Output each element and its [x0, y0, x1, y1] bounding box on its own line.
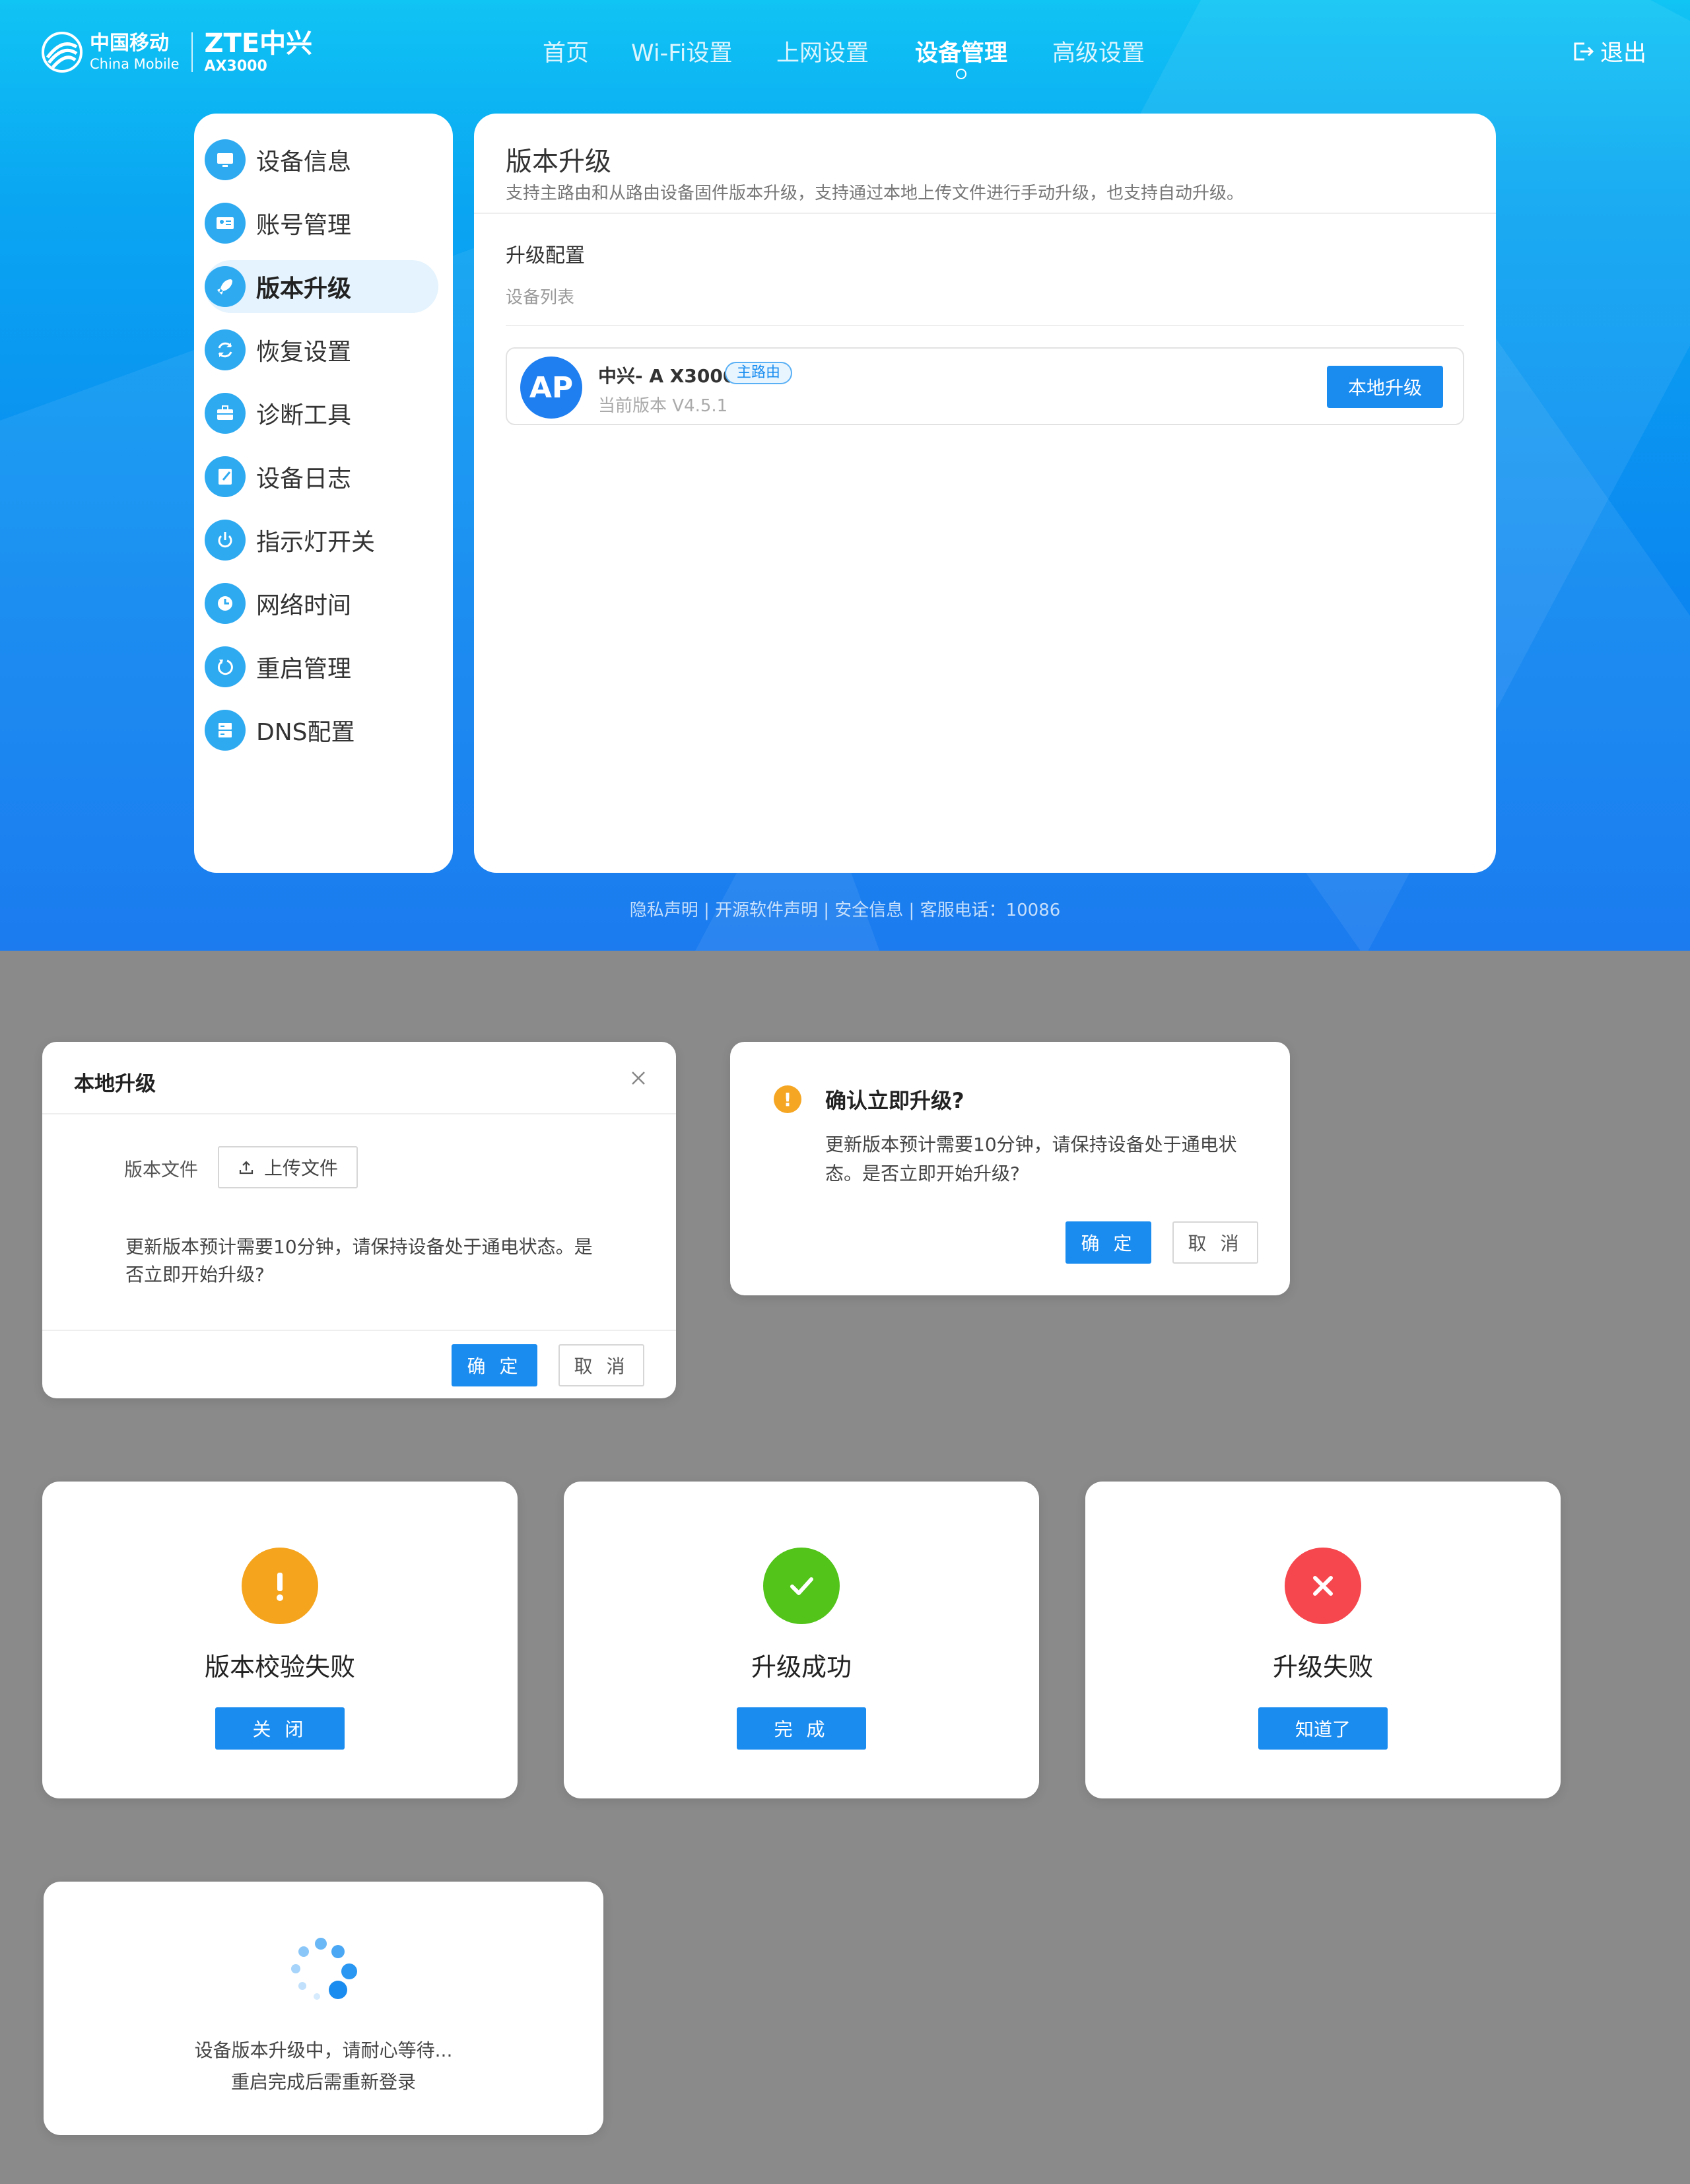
warning-icon: ! — [774, 1085, 801, 1113]
error-icon — [1285, 1548, 1361, 1624]
section-subtitle: 设备列表 — [506, 288, 575, 308]
done-button[interactable]: 完 成 — [737, 1707, 866, 1750]
monitor-icon — [205, 139, 246, 180]
sidebar-item-label: 版本升级 — [256, 275, 352, 302]
warning-icon — [242, 1548, 318, 1624]
sidebar: 设备信息 账号管理 版本升级 恢复设置 诊断工具 设备日志 指示灯开关 网络时间… — [194, 114, 453, 873]
device-avatar: AP — [520, 357, 582, 419]
nav-advanced[interactable]: 高级设置 — [1052, 34, 1145, 68]
sidebar-item-label: 账号管理 — [256, 212, 352, 239]
local-upgrade-button[interactable]: 本地升级 — [1327, 366, 1443, 408]
sidebar-item-label: 诊断工具 — [256, 402, 352, 429]
clock-icon — [205, 583, 246, 624]
sidebar-item-device-info[interactable]: 设备信息 — [205, 133, 438, 186]
logout-label: 退出 — [1600, 40, 1647, 67]
footer-links[interactable]: 隐私声明 | 开源软件声明 | 安全信息 | 客服电话：10086 — [0, 897, 1690, 921]
confirm-button[interactable]: 确 定 — [452, 1344, 537, 1386]
upload-label: 上传文件 — [263, 1157, 338, 1179]
router-page: 中国移动 China Mobile ZTE中兴 AX3000 首页 Wi-Fi设… — [0, 0, 1690, 951]
result-title: 版本校验失败 — [204, 1653, 355, 1682]
device-version: 当前版本 V4.5.1 — [598, 396, 728, 416]
sidebar-item-network-time[interactable]: 网络时间 — [205, 577, 438, 630]
top-nav: 首页 Wi-Fi设置 上网设置 设备管理 高级设置 — [0, 34, 1690, 79]
power-icon — [205, 520, 246, 561]
id-card-icon — [205, 203, 246, 244]
sidebar-item-label: 设备信息 — [256, 149, 352, 176]
file-label: 版本文件 — [124, 1159, 199, 1180]
confirm-upgrade-dialog: ! 确认立即升级? 更新版本预计需要10分钟，请保持设备处于通电状态。是否立即开… — [730, 1042, 1290, 1295]
upgrading-card: 设备版本升级中，请耐心等待... 重启完成后需重新登录 — [44, 1882, 603, 2135]
result-card-verify-failed: 版本校验失败 关 闭 — [42, 1482, 518, 1798]
divider — [506, 325, 1464, 326]
main-panel: 版本升级 支持主路由和从路由设备固件版本升级，支持通过本地上传文件进行手动升级，… — [474, 114, 1496, 873]
close-icon[interactable] — [628, 1068, 648, 1088]
dialog-message: 更新版本预计需要10分钟，请保持设备处于通电状态。是否立即开始升级? — [825, 1134, 1237, 1184]
loading-message: 设备版本升级中，请耐心等待... — [194, 2039, 453, 2061]
loading-note: 重启完成后需重新登录 — [230, 2071, 416, 2093]
sidebar-item-label: 恢复设置 — [256, 339, 352, 366]
sidebar-item-label: 指示灯开关 — [256, 529, 376, 556]
sidebar-item-account[interactable]: 账号管理 — [205, 197, 438, 250]
result-card-failed: 升级失败 知道了 — [1085, 1482, 1561, 1798]
divider — [42, 1113, 676, 1114]
nav-home[interactable]: 首页 — [543, 34, 589, 68]
page-title: 版本升级 — [506, 147, 611, 177]
rocket-icon — [205, 266, 246, 307]
upload-file-button[interactable]: 上传文件 — [218, 1146, 358, 1188]
sidebar-item-led-switch[interactable]: 指示灯开关 — [205, 514, 438, 566]
active-indicator — [956, 69, 966, 79]
check-icon — [763, 1548, 840, 1624]
section-title: 升级配置 — [506, 244, 585, 267]
sidebar-item-label: 重启管理 — [256, 656, 352, 683]
dialog-message: 更新版本预计需要10分钟，请保持设备处于通电状态。是否立即开始升级? — [125, 1236, 593, 1285]
dialog-title: 本地升级 — [74, 1072, 156, 1096]
toolbox-icon — [205, 393, 246, 434]
sidebar-item-diagnostics[interactable]: 诊断工具 — [205, 387, 438, 440]
divider — [474, 213, 1496, 214]
sidebar-item-label: 设备日志 — [256, 465, 352, 493]
sidebar-item-label: 网络时间 — [256, 592, 352, 619]
page-description: 支持主路由和从路由设备固件版本升级，支持通过本地上传文件进行手动升级，也支持自动… — [506, 184, 1244, 203]
restore-icon — [205, 329, 246, 370]
sidebar-item-reboot[interactable]: 重启管理 — [205, 640, 438, 693]
cancel-button[interactable]: 取 消 — [558, 1344, 644, 1386]
close-button[interactable]: 关 闭 — [215, 1707, 345, 1750]
logout-button[interactable]: 退出 — [1571, 34, 1646, 68]
logout-icon — [1574, 42, 1594, 60]
upload-icon — [239, 1161, 254, 1175]
device-row: AP 中兴- A X3000 主路由 当前版本 V4.5.1 本地升级 — [506, 347, 1464, 425]
result-title: 升级失败 — [1272, 1653, 1373, 1682]
log-icon — [205, 456, 246, 497]
local-upgrade-dialog: 本地升级 版本文件 上传文件 更新版本预计需要10分钟，请保持设备处于通电状态。… — [42, 1042, 676, 1398]
nav-wifi[interactable]: Wi-Fi设置 — [631, 34, 733, 68]
result-card-success: 升级成功 完 成 — [564, 1482, 1039, 1798]
spinner-icon — [291, 1938, 357, 2000]
sidebar-item-label: DNS配置 — [256, 719, 355, 746]
nav-device-management-label: 设备管理 — [915, 40, 1008, 67]
acknowledge-button[interactable]: 知道了 — [1258, 1707, 1388, 1750]
nav-device-management[interactable]: 设备管理 — [915, 34, 1008, 79]
cancel-button[interactable]: 取 消 — [1172, 1221, 1258, 1264]
divider — [42, 1330, 676, 1331]
sidebar-item-logs[interactable]: 设备日志 — [205, 450, 438, 503]
sidebar-item-restore[interactable]: 恢复设置 — [205, 324, 438, 376]
sidebar-item-dns[interactable]: DNS配置 — [205, 704, 438, 757]
sidebar-item-upgrade[interactable]: 版本升级 — [205, 260, 438, 313]
device-role-badge: 主路由 — [725, 362, 793, 384]
device-name: 中兴- A X3000 — [598, 365, 736, 387]
reboot-icon — [205, 646, 246, 687]
dialog-title: 确认立即升级? — [825, 1088, 964, 1113]
server-icon — [205, 710, 246, 751]
nav-internet[interactable]: 上网设置 — [776, 34, 869, 68]
result-title: 升级成功 — [751, 1653, 852, 1682]
confirm-button[interactable]: 确 定 — [1065, 1221, 1151, 1264]
